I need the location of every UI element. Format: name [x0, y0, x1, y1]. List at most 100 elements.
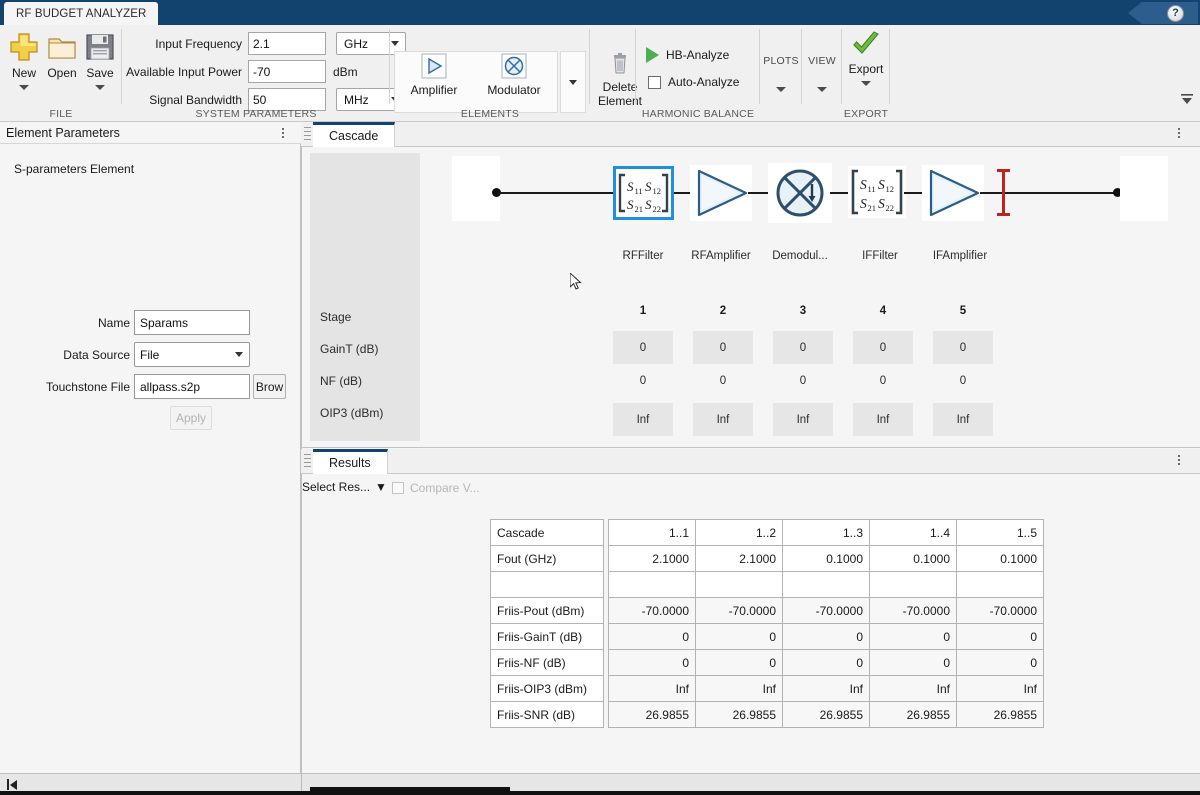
auto-analyze-checkbox[interactable]: Auto-Analyze — [648, 75, 739, 89]
save-label: Save — [86, 66, 114, 80]
results-cell-r2-c2: 2.1000 — [695, 545, 783, 572]
oip3-cell-3[interactable]: Inf — [773, 403, 833, 436]
terminator-bottom-cap — [997, 213, 1010, 216]
jump-to-start-icon[interactable] — [7, 779, 17, 790]
available-input-power-input[interactable]: -70 — [248, 60, 326, 83]
play-green-icon — [646, 47, 659, 63]
results-cell-r6-c3: 0 — [782, 649, 870, 676]
plots-button[interactable]: PLOTS — [760, 30, 802, 116]
oip3-cell-2[interactable]: Inf — [693, 403, 753, 436]
stage-number-3: 3 — [799, 305, 807, 317]
mouse-cursor — [570, 273, 582, 290]
row-label-gaint: GainT (dB) — [320, 342, 379, 356]
ribbon-group-delete: Delete Element — [590, 25, 642, 122]
panel-grip-icon[interactable] — [304, 454, 311, 467]
ribbon-group-plots: PLOTS — [760, 25, 802, 122]
amplifier-triangle-icon[interactable] — [922, 165, 984, 221]
element-parameters-kebab-menu-icon[interactable] — [276, 124, 290, 142]
results-cell-r3-c5 — [956, 571, 1044, 598]
amplifier-element-button[interactable]: Amplifier — [398, 53, 470, 111]
new-button[interactable]: New — [4, 30, 44, 110]
terminator-top-cap — [997, 169, 1010, 172]
hb-analyze-button[interactable]: HB-Analyze — [646, 47, 729, 63]
select-results-dropdown[interactable]: Select Res... ▼ — [302, 480, 387, 494]
group-separator — [889, 29, 890, 104]
touchstone-file-input[interactable]: allpass.s2p — [134, 374, 250, 399]
results-row-header: Friis-GainT (dB) — [490, 623, 604, 650]
panel-grip-icon[interactable] — [304, 127, 311, 140]
save-caret-icon[interactable] — [95, 85, 105, 90]
results-tab-strip: Results — [301, 449, 1200, 474]
name-input[interactable]: Sparams — [134, 310, 250, 335]
svg-text:12: 12 — [653, 186, 662, 196]
ribbon-group-view: VIEW — [802, 25, 842, 122]
results-row-header: Fout (GHz) — [490, 545, 604, 572]
export-button[interactable]: Export — [846, 30, 886, 110]
stage-number-2: 2 — [719, 305, 727, 317]
touchstone-file-field-row: Touchstone File allpass.s2p Brow — [14, 374, 299, 399]
amplifier-triangle-icon[interactable] — [690, 165, 752, 221]
modulator-mixer-icon[interactable] — [768, 163, 832, 223]
results-kebab-menu-icon[interactable] — [1172, 451, 1186, 469]
results-cell-r1-c2: 1..2 — [695, 519, 783, 546]
name-field-row: Name Sparams — [14, 310, 274, 335]
app-title-tab[interactable]: RF BUDGET ANALYZER — [4, 2, 159, 25]
svg-text:21: 21 — [635, 204, 644, 214]
plots-label: PLOTS — [763, 54, 799, 67]
results-content: Select Res... ▼ Compare V... Cascade 1..1… — [302, 474, 1200, 739]
view-button[interactable]: VIEW — [802, 30, 842, 116]
open-button[interactable]: Open — [42, 30, 82, 110]
wire-3-4 — [830, 192, 848, 194]
stage-number-4: 4 — [879, 305, 887, 317]
save-button[interactable]: Save — [80, 30, 120, 110]
elements-more-button[interactable] — [560, 51, 586, 113]
gaint-cell-2[interactable]: 0 — [693, 331, 753, 364]
chevron-down-icon[interactable] — [861, 81, 871, 86]
hb-analyze-label: HB-Analyze — [666, 48, 730, 62]
export-label: Export — [848, 62, 884, 76]
modulator-element-button[interactable]: Modulator — [478, 53, 550, 111]
help-question-icon[interactable]: ? — [1167, 4, 1184, 22]
gaint-cell-3[interactable]: 0 — [773, 331, 833, 364]
results-cell-r1-c1: 1..1 — [608, 519, 696, 546]
row-label-oip3: OIP3 (dBm) — [320, 406, 384, 420]
auto-analyze-label: Auto-Analyze — [668, 75, 740, 89]
horizontal-scrollbar-track[interactable] — [0, 791, 1200, 795]
elements-group-label: ELEMENTS — [460, 108, 520, 120]
trash-icon — [614, 53, 626, 74]
data-source-dropdown[interactable]: File — [134, 342, 250, 367]
s-parameters-section-title: S-parameters Element — [14, 162, 135, 176]
gaint-cell-4[interactable]: 0 — [853, 331, 913, 364]
browse-button[interactable]: Brow — [253, 374, 286, 399]
compare-versions-checkbox[interactable]: Compare V... — [392, 481, 480, 495]
results-cell-r2-c1: 2.1000 — [608, 545, 696, 572]
results-cell-r8-c5: 26.9855 — [956, 701, 1044, 728]
wire-in — [498, 192, 616, 194]
s-parameters-icon[interactable]: S 11 S 12 S 21 S 22 — [616, 169, 671, 217]
apply-button[interactable]: Apply — [170, 406, 212, 430]
gaint-cell-1[interactable]: 0 — [613, 331, 673, 364]
oip3-cell-5[interactable]: Inf — [933, 403, 993, 436]
horizontal-splitter[interactable] — [302, 447, 1200, 448]
chevron-down-icon: ▼ — [375, 480, 387, 494]
new-caret-icon[interactable] — [19, 85, 29, 90]
results-cell-r4-c5: -70.0000 — [956, 597, 1044, 624]
checkbox-icon — [648, 75, 661, 89]
table-row: Friis-GainT (dB) 0 0 0 0 0 — [490, 623, 1044, 650]
modulator-mixer-icon — [501, 53, 527, 79]
s-parameters-icon[interactable]: S 11 S 12 S 21 S 22 — [848, 166, 906, 218]
oip3-cell-4[interactable]: Inf — [853, 403, 913, 436]
svg-text:22: 22 — [653, 204, 662, 214]
input-frequency-input[interactable]: 2.1 — [248, 32, 326, 55]
results-cell-r1-c4: 1..4 — [869, 519, 957, 546]
terminator-vertical-bar — [1002, 169, 1005, 215]
tab-cascade[interactable]: Cascade — [313, 122, 396, 147]
results-cell-r4-c4: -70.0000 — [869, 597, 957, 624]
tab-results[interactable]: Results — [313, 449, 388, 474]
collapse-ribbon-icon[interactable] — [1180, 93, 1194, 107]
cascade-kebab-menu-icon[interactable] — [1172, 124, 1186, 142]
gaint-cell-5[interactable]: 0 — [933, 331, 993, 364]
row-label-nf: NF (dB) — [320, 374, 362, 388]
oip3-cell-1[interactable]: Inf — [613, 403, 673, 436]
results-cell-r8-c3: 26.9855 — [782, 701, 870, 728]
